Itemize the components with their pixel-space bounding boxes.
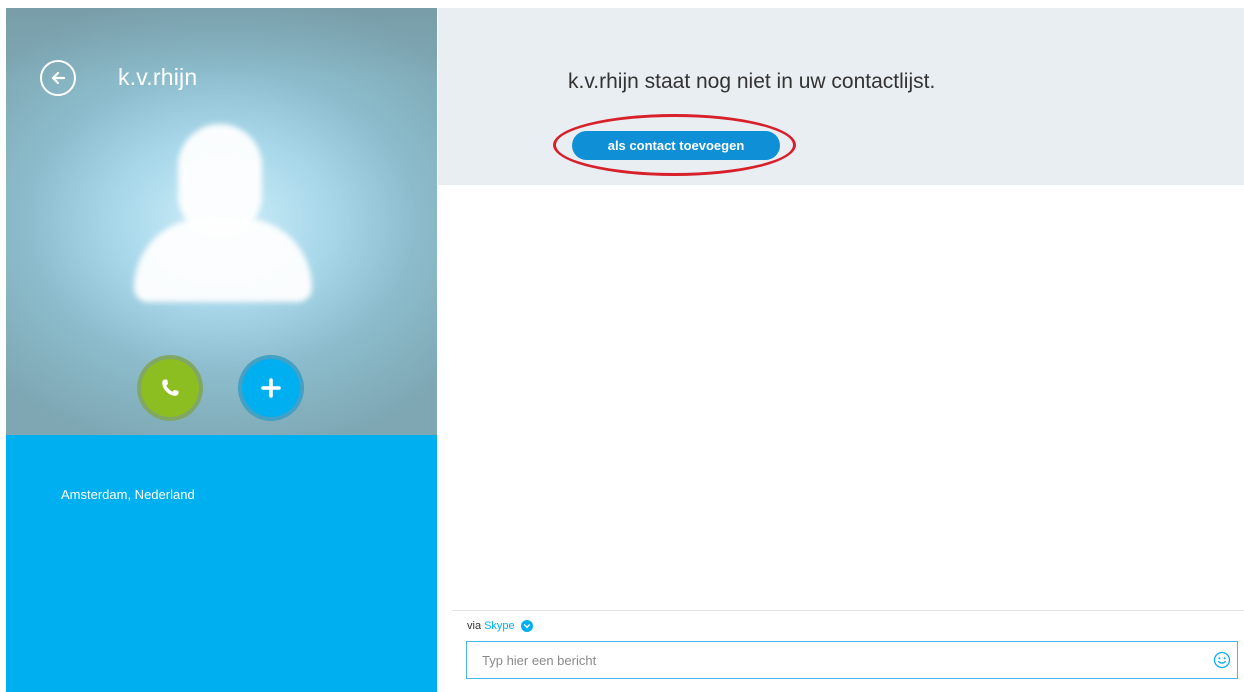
message-box — [466, 641, 1238, 679]
via-service-link[interactable]: Skype — [484, 620, 515, 632]
add-contact-button[interactable]: als contact toevoegen — [572, 131, 780, 160]
via-row: via Skype — [467, 620, 533, 632]
avatar — [130, 108, 316, 308]
chevron-down-icon — [523, 624, 530, 628]
call-button[interactable] — [137, 355, 203, 421]
profile-hero: k.v.rhijn — [6, 8, 437, 435]
add-button[interactable] — [238, 355, 304, 421]
composer-divider — [452, 610, 1244, 611]
chat-panel: k.v.rhijn staat nog niet in uw contactli… — [437, 8, 1244, 692]
plus-icon — [261, 378, 281, 398]
notice-text: k.v.rhijn staat nog niet in uw contactli… — [568, 70, 936, 93]
avatar-body — [134, 218, 312, 302]
contact-location: Amsterdam, Nederland — [61, 487, 195, 502]
emoticon-button[interactable] — [1213, 651, 1231, 669]
add-contact-highlight: als contact toevoegen — [553, 114, 796, 176]
back-button[interactable] — [40, 60, 76, 96]
smiley-icon — [1213, 651, 1231, 669]
profile-panel: k.v.rhijn Amsterdam, Nederland — [6, 8, 437, 692]
messages-area — [437, 185, 1244, 610]
via-label: via — [467, 620, 482, 632]
profile-info: Amsterdam, Nederland — [6, 435, 437, 692]
phone-icon — [162, 379, 179, 396]
service-dropdown-button[interactable] — [520, 620, 533, 632]
message-input[interactable] — [468, 643, 1204, 677]
notice-bar: k.v.rhijn staat nog niet in uw contactli… — [438, 8, 1244, 185]
contact-name: k.v.rhijn — [118, 64, 198, 90]
back-arrow-icon — [51, 71, 66, 85]
